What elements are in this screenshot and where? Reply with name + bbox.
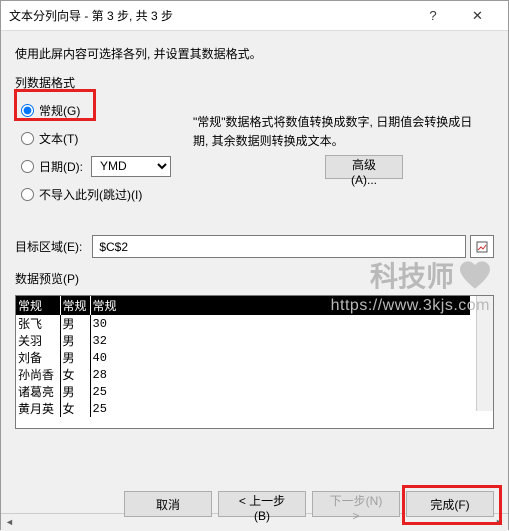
range-picker-icon [476, 241, 488, 253]
format-description: "常规"数据格式将数值转换成数字, 日期值会转换成日期, 其余数据则转换成文本。 [193, 113, 483, 151]
help-button[interactable]: ? [413, 5, 453, 27]
preview-header[interactable]: 常规 [90, 296, 470, 315]
radio-general-label: 常规(G) [39, 102, 80, 119]
close-button[interactable]: ✕ [455, 5, 500, 27]
table-cell: 28 [90, 366, 470, 383]
window-controls: ? ✕ [413, 5, 500, 27]
radio-text-label: 文本(T) [39, 130, 78, 147]
table-cell: 男 [60, 315, 90, 332]
radio-date[interactable]: 日期(D): YMD [21, 153, 494, 179]
preview-header[interactable]: 常规 [60, 296, 90, 315]
table-cell: 40 [90, 349, 470, 366]
footer-buttons: 取消 < 上一步(B) 下一步(N) > 完成(F) [124, 491, 494, 517]
table-cell: 女 [60, 366, 90, 383]
preview-table: 常规 常规 常规 张飞男30关羽男32刘备男40孙尚香女28诸葛亮男25黄月英女… [16, 296, 470, 417]
table-cell: 25 [90, 400, 470, 417]
back-button[interactable]: < 上一步(B) [218, 491, 306, 517]
preview-box: 常规 常规 常规 张飞男30关羽男32刘备男40孙尚香女28诸葛亮男25黄月英女… [15, 295, 494, 429]
radio-general-input[interactable] [21, 104, 34, 117]
table-cell: 男 [60, 349, 90, 366]
cancel-button[interactable]: 取消 [124, 491, 212, 517]
preview-label: 数据预览(P) [15, 270, 494, 287]
next-button: 下一步(N) > [312, 491, 400, 517]
titlebar: 文本分列向导 - 第 3 步, 共 3 步 ? ✕ [1, 1, 508, 31]
target-label: 目标区域(E): [15, 238, 82, 255]
radio-skip[interactable]: 不导入此列(跳过)(I) [21, 181, 494, 207]
preview-header[interactable]: 常规 [16, 296, 60, 315]
table-cell: 关羽 [16, 332, 60, 349]
table-row: 刘备男40 [16, 349, 470, 366]
table-cell: 张飞 [16, 315, 60, 332]
advanced-button[interactable]: 高级(A)... [325, 155, 403, 179]
table-row: 黄月英女25 [16, 400, 470, 417]
table-cell: 25 [90, 383, 470, 400]
range-picker-button[interactable] [470, 235, 494, 258]
finish-button[interactable]: 完成(F) [406, 491, 494, 517]
table-cell: 黄月英 [16, 400, 60, 417]
table-row: 关羽男32 [16, 332, 470, 349]
instruction-text: 使用此屏内容可选择各列, 并设置其数据格式。 [15, 45, 494, 62]
radio-text-input[interactable] [21, 132, 34, 145]
table-cell: 30 [90, 315, 470, 332]
scroll-left-icon[interactable]: ◄ [1, 514, 18, 531]
table-cell: 32 [90, 332, 470, 349]
table-cell: 刘备 [16, 349, 60, 366]
table-cell: 男 [60, 383, 90, 400]
radio-date-label: 日期(D): [39, 158, 83, 175]
table-cell: 孙尚香 [16, 366, 60, 383]
target-input[interactable] [92, 235, 466, 258]
radio-skip-input[interactable] [21, 188, 34, 201]
column-format-label: 列数据格式 [15, 74, 494, 91]
preview-header-row: 常规 常规 常规 [16, 296, 470, 315]
window-title: 文本分列向导 - 第 3 步, 共 3 步 [9, 7, 173, 24]
table-cell: 诸葛亮 [16, 383, 60, 400]
radio-skip-label: 不导入此列(跳过)(I) [39, 186, 142, 203]
table-row: 诸葛亮男25 [16, 383, 470, 400]
wizard-dialog: 文本分列向导 - 第 3 步, 共 3 步 ? ✕ 使用此屏内容可选择各列, 并… [0, 0, 509, 530]
preview-scroll-vertical[interactable] [476, 296, 493, 411]
date-format-combo[interactable]: YMD [91, 156, 171, 177]
table-row: 张飞男30 [16, 315, 470, 332]
table-row: 孙尚香女28 [16, 366, 470, 383]
table-cell: 男 [60, 332, 90, 349]
radio-date-input[interactable] [21, 160, 34, 173]
table-cell: 女 [60, 400, 90, 417]
